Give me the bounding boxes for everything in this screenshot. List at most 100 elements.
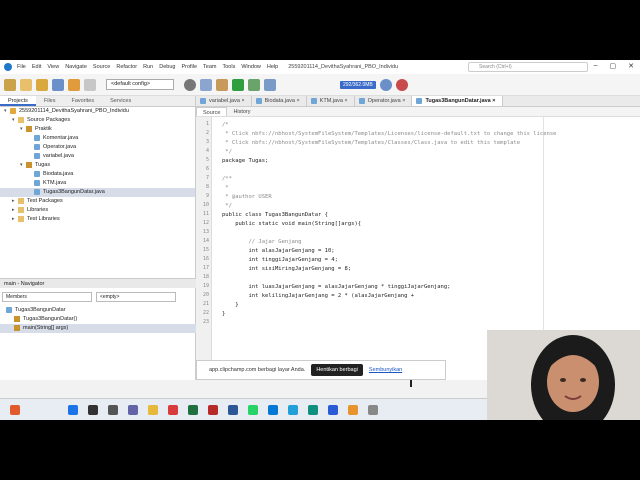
tree-item[interactable]: ▾ Tugas (0, 161, 195, 170)
acrobat-icon[interactable] (208, 404, 218, 415)
store-icon[interactable] (328, 404, 338, 415)
code-line[interactable]: int luasJajarGenjang = alasJajarGenjang … (222, 283, 450, 292)
code-line[interactable]: int tinggiJajarGenjang = 4; (222, 256, 337, 265)
maximize-icon[interactable]: ▢ (610, 62, 617, 70)
build-icon[interactable] (200, 78, 212, 91)
menu-item-run[interactable]: Run (143, 64, 153, 70)
tree-item[interactable]: variabel.java (0, 152, 195, 161)
menu-item-source[interactable]: Source (93, 64, 110, 70)
debug-icon[interactable] (248, 78, 260, 91)
menu-item-window[interactable]: Window (241, 64, 261, 70)
settings-icon[interactable] (184, 78, 196, 91)
menu-item-refactor[interactable]: Refactor (116, 64, 137, 70)
whatsapp-icon[interactable] (248, 404, 258, 415)
close-tab-icon[interactable]: × (401, 98, 405, 104)
tree-item[interactable]: Biodata.java (0, 170, 195, 179)
tree-item[interactable]: ▾ Praktik (0, 125, 195, 134)
code-line[interactable]: } (222, 301, 238, 310)
netbeans-icon[interactable] (348, 404, 358, 415)
task-view-icon[interactable] (108, 404, 118, 415)
widgets-icon[interactable] (10, 404, 20, 415)
menu-item-edit[interactable]: Edit (32, 64, 41, 70)
navigator-scope-select[interactable]: <empty> (96, 292, 176, 302)
new-project-icon[interactable] (4, 78, 16, 91)
telegram-icon[interactable] (288, 404, 298, 415)
code-line[interactable]: int kelilingJajarGenjang = 2 * (alasJaja… (222, 292, 414, 301)
tab-files[interactable]: Files (36, 96, 64, 106)
hide-button[interactable]: Sembunyikan (369, 367, 402, 373)
tree-item[interactable]: ▸ Test Libraries (0, 215, 195, 224)
clean-build-icon[interactable] (216, 78, 228, 91)
tab-services[interactable]: Services (102, 96, 139, 106)
navigator-filter-select[interactable]: Members (2, 292, 92, 302)
code-line[interactable]: */ (222, 202, 232, 211)
stop-sharing-button[interactable]: Hentikan berbagi (311, 364, 363, 376)
tree-item[interactable]: ▾ Source Packages (0, 116, 195, 125)
save-all-icon[interactable] (52, 78, 64, 91)
code-line[interactable]: package Tugas; (222, 157, 268, 166)
tree-item[interactable]: ▸ Test Packages (0, 197, 195, 206)
redo-icon[interactable] (84, 78, 96, 91)
more-apps-icon[interactable] (368, 404, 378, 415)
config-select[interactable]: <default config> (106, 79, 174, 90)
teams-icon[interactable] (128, 404, 138, 415)
code-line[interactable]: int alasJajarGenjang = 10; (222, 247, 334, 256)
code-line[interactable]: /* (222, 121, 229, 130)
excel-icon[interactable] (188, 404, 198, 415)
undo-icon[interactable] (68, 78, 80, 91)
tab-history[interactable]: History (227, 107, 256, 116)
tab-favorites[interactable]: Favorites (64, 96, 103, 106)
open-project-icon[interactable] (36, 78, 48, 91)
close-tab-icon[interactable]: × (491, 98, 495, 104)
menu-item-view[interactable]: View (47, 64, 59, 70)
navigator-item[interactable]: main(String[] args) (0, 324, 196, 333)
file-tab[interactable]: Operator.java × (355, 96, 413, 106)
code-line[interactable]: } (222, 310, 225, 319)
file-explorer-icon[interactable] (148, 404, 158, 415)
tree-item[interactable]: ▸ Libraries (0, 206, 195, 215)
tab-source[interactable]: Source (196, 107, 228, 116)
stop-icon[interactable] (395, 78, 408, 91)
code-line[interactable]: */ (222, 148, 232, 157)
tree-item[interactable]: Tugas3BangunDatar.java (0, 188, 195, 197)
navigator-item[interactable]: Tugas3BangunDatar() (0, 315, 196, 324)
tree-item[interactable]: Operator.java (0, 143, 195, 152)
code-line[interactable]: * Click nbfs://nbhost/SystemFileSystem/T… (222, 139, 520, 148)
file-tab[interactable]: KTM.java × (307, 96, 355, 106)
file-tab[interactable]: Biodata.java × (252, 96, 307, 106)
menu-item-profile[interactable]: Profile (181, 64, 197, 70)
close-tab-icon[interactable]: × (295, 98, 299, 104)
file-tab[interactable]: Tugas3BangunDatar.java × (412, 96, 503, 106)
vscode-icon[interactable] (268, 404, 278, 415)
profile-icon[interactable] (264, 78, 276, 91)
menu-item-tools[interactable]: Tools (223, 64, 236, 70)
close-tab-icon[interactable]: × (343, 98, 347, 104)
code-line[interactable]: /** (222, 175, 232, 184)
tree-item[interactable]: ▾ 2559201114_DevithaSyahrani_PBO_Individu (0, 107, 195, 116)
open-file-icon[interactable] (20, 78, 32, 91)
run-icon[interactable] (232, 78, 244, 91)
close-icon[interactable]: ✕ (628, 62, 634, 70)
tree-item[interactable]: Komentar.java (0, 134, 195, 143)
code-line[interactable]: * @author USER (222, 193, 271, 202)
search-input[interactable]: Search (Ctrl+I) (468, 62, 588, 72)
menu-item-debug[interactable]: Debug (159, 64, 175, 70)
code-line[interactable]: public class Tugas3BangunDatar { (222, 211, 328, 220)
code-line[interactable]: * (222, 184, 228, 193)
code-line[interactable]: int sisiMiringJajarGenjang = 8; (222, 265, 351, 274)
tree-item[interactable]: KTM.java (0, 179, 195, 188)
app-icon[interactable] (168, 404, 178, 415)
minimize-icon[interactable]: – (594, 62, 598, 70)
word-icon[interactable] (228, 404, 238, 415)
menu-item-help[interactable]: Help (267, 64, 278, 70)
menu-item-file[interactable]: File (17, 64, 26, 70)
search-icon[interactable] (88, 404, 98, 415)
menu-item-navigate[interactable]: Navigate (65, 64, 87, 70)
code-line[interactable]: * Click nbfs://nbhost/SystemFileSystem/T… (222, 130, 556, 139)
navigator-item[interactable]: Tugas3BangunDatar (0, 306, 196, 315)
tab-projects[interactable]: Projects (0, 96, 36, 106)
menu-item-team[interactable]: Team (203, 64, 216, 70)
code-line[interactable]: public static void main(String[]args){ (222, 220, 361, 229)
start-icon[interactable] (68, 404, 78, 415)
close-tab-icon[interactable]: × (240, 98, 244, 104)
